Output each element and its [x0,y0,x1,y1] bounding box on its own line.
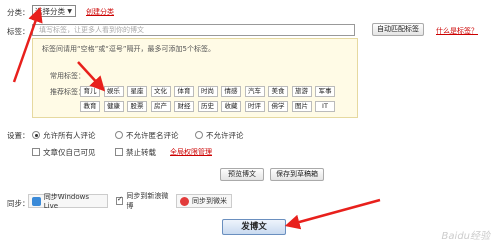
arrow-to-category [12,6,43,83]
watermark: Baidu经验 [441,231,490,242]
annotation-arrows [12,6,381,230]
arrow-to-publish [284,198,381,230]
arrow-to-tags [77,61,106,92]
